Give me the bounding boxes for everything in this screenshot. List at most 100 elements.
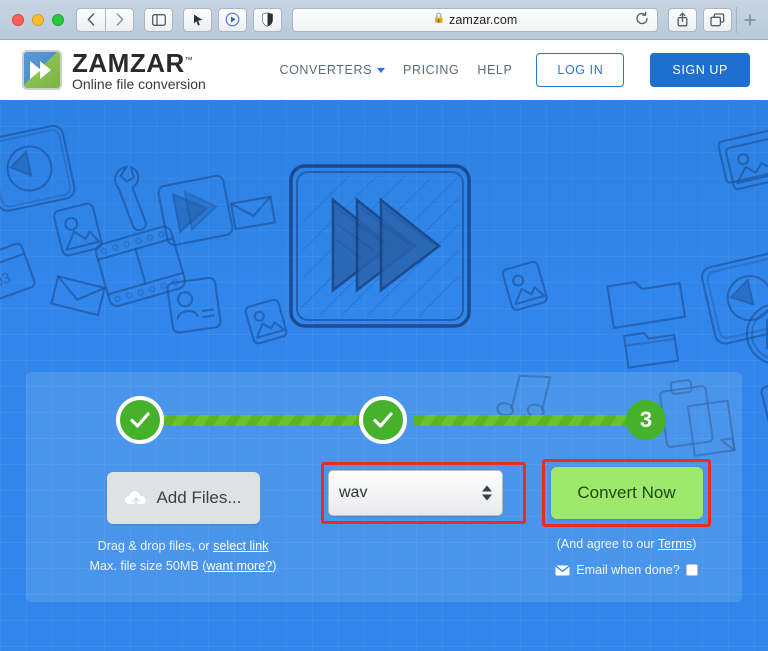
chevron-left-icon [87,13,95,26]
max-size-line: Max. file size 50MB (want more?) [48,557,318,577]
stepper-arrows-icon [482,485,492,501]
play-circle-extension-icon [225,12,240,27]
format-select[interactable]: wav [328,470,503,516]
hero-section: 03 3 Add Files... Drag & drop files, or … [0,100,768,651]
share-icon [677,12,688,27]
sidebar-toggle-icon [151,13,166,26]
contact-card-doodle-icon [166,276,222,334]
arrow-up-icon [482,485,492,492]
login-button[interactable]: LOG IN [536,53,625,87]
tab-overview-icon [710,12,725,26]
chevron-down-icon [377,67,386,73]
terms-text: (And agree to our Terms) [524,537,729,551]
extension-shield-button[interactable] [253,7,282,32]
converter-controls-row: Add Files... Drag & drop files, or selec… [26,454,742,604]
drag-drop-text: Drag & drop files, or [97,539,214,553]
step-1-complete[interactable] [116,396,164,444]
minimize-window-button[interactable] [32,13,44,26]
plus-icon [743,13,756,26]
nav-label-pricing: PRICING [403,63,460,77]
terms-prefix: (And agree to our [556,537,658,551]
upload-help-text: Drag & drop files, or select link Max. f… [48,537,318,576]
select-link[interactable]: select link [213,539,268,553]
progress-bar-1 [144,415,394,426]
back-button[interactable] [76,7,105,32]
logo-text-block: ZAMZAR™ Online file conversion [72,50,206,91]
add-files-label: Add Files... [156,488,242,507]
max-size-suffix: ) [272,558,277,573]
logo-tagline: Online file conversion [72,75,206,92]
format-select-value: wav [339,484,368,501]
format-select-highlight: wav [321,462,526,524]
tab-overview-button[interactable] [703,7,732,32]
photo-stack-doodle-icon [718,130,768,191]
want-more-link[interactable]: want more? [206,559,272,573]
cursor-extension-icon [193,14,202,25]
sidebar-toggle-button[interactable] [144,7,173,32]
check-icon [130,412,150,428]
forward-button[interactable] [105,7,134,32]
small-folder-doodle-icon [622,332,680,369]
max-size-text: Max. file size 50MB ( [89,558,207,573]
format-select-column: wav [316,454,531,524]
navigation-buttons [76,7,134,32]
image-doodle-icon-right [501,260,548,311]
extension-cursor-button[interactable] [183,7,212,32]
shield-extension-icon [262,12,273,27]
arrow-down-icon [482,494,492,501]
new-tab-button[interactable] [736,6,762,33]
chevron-right-icon [116,13,123,26]
envelope-icon [555,564,570,576]
hero-sketch-logo [289,164,471,328]
convert-column: Convert Now (And agree to our Terms) Ema… [524,454,729,577]
reload-button[interactable] [635,11,649,28]
signup-button[interactable]: SIGN UP [650,53,750,87]
nav-item-converters[interactable]: CONVERTERS [279,63,386,77]
nav-label-converters: CONVERTERS [279,63,373,77]
mail-doodle-icon [229,195,277,231]
cloud-upload-icon [124,489,148,507]
zamzar-logo-icon [22,50,62,90]
step-3-label: 3 [639,407,653,432]
nav-item-help[interactable]: HELP [477,63,512,77]
url-text: zamzar.com [449,12,518,27]
trademark-symbol: ™ [184,54,194,64]
address-bar[interactable]: 🔒 zamzar.com [292,7,658,32]
drag-drop-line: Drag & drop files, or select link [48,537,318,557]
terms-suffix: ) [692,537,697,551]
reload-icon [636,11,648,24]
email-when-done-label: Email when done? [576,563,680,577]
check-icon [373,412,393,428]
window-controls [6,13,72,26]
lock-icon: 🔒 [432,13,446,24]
email-when-done-checkbox[interactable] [685,564,698,576]
email-when-done-row: Email when done? [524,563,729,577]
image-file-doodle-right [760,380,768,428]
browser-toolbar: 🔒 zamzar.com [0,0,768,40]
logo-wordmark: ZAMZAR™ [72,50,193,76]
site-logo[interactable]: ZAMZAR™ Online file conversion [22,50,206,91]
nav-label-help: HELP [477,63,513,77]
maximize-window-button[interactable] [52,13,64,26]
progress-bar-2 [414,415,642,426]
nav-item-pricing[interactable]: PRICING [403,63,459,77]
progress-steps: 3 [26,396,742,444]
share-button[interactable] [668,7,697,32]
site-header: ZAMZAR™ Online file conversion CONVERTER… [0,40,768,100]
close-window-button[interactable] [12,13,24,26]
double-chevron-icon [30,61,51,79]
converter-panel: 3 Add Files... Drag & drop files, or sel… [26,372,742,602]
step-3-current[interactable]: 3 [626,400,666,440]
add-files-button[interactable]: Add Files... [106,472,260,524]
main-nav: CONVERTERS PRICING HELP LOG IN SIGN UP [279,53,750,87]
terms-link[interactable]: Terms [658,537,692,551]
browser-window: 🔒 zamzar.com ZAMZAR™ Online file convers… [0,0,768,651]
play-circle-doodle-icon [745,304,768,364]
convert-now-button[interactable]: Convert Now [550,467,703,519]
convert-button-highlight: Convert Now [542,459,711,527]
step-2-complete[interactable] [359,396,407,444]
calendar-doodle-icon: 03 [0,242,36,302]
extension-play-button[interactable] [218,7,247,32]
logo-name-text: ZAMZAR [72,47,185,78]
svg-text:03: 03 [0,269,13,291]
